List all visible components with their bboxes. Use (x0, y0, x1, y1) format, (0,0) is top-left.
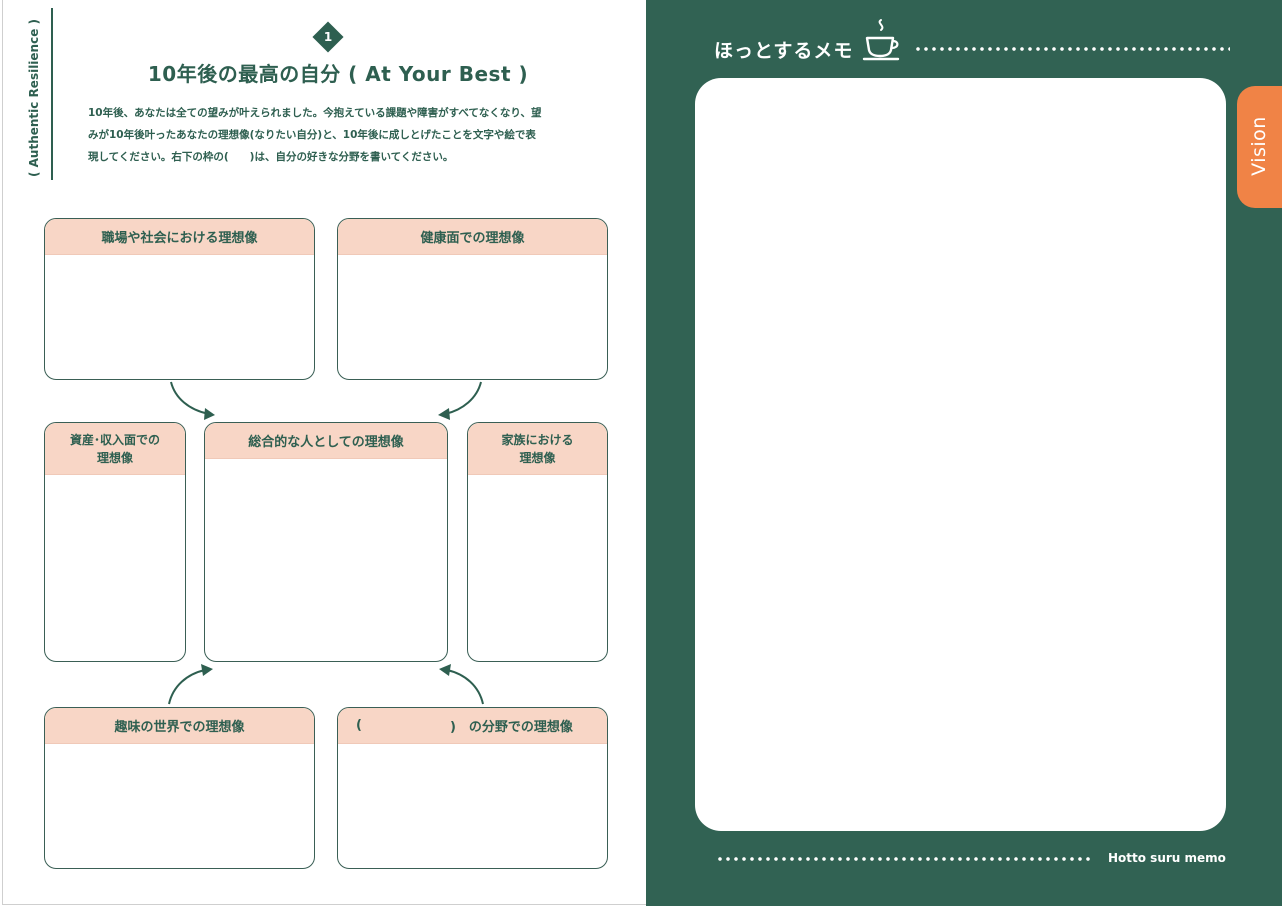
vision-tab[interactable]: Vision (1237, 86, 1282, 208)
side-label: ( Authentic Resilience ) (17, 8, 53, 180)
assets-ideal-header: 資産･収入面での 理想像 (45, 423, 185, 475)
work-ideal-box[interactable]: 職場や社会における理想像 (44, 218, 315, 380)
assets-header-line1: 資産･収入面での (69, 432, 160, 447)
assets-header-line2: 理想像 (96, 450, 133, 465)
section-number-badge: 1 (312, 21, 344, 53)
vision-tab-label: Vision (1248, 116, 1270, 176)
intro-line: みが10年後叶ったあなたの理想像(なりたい自分)と、10年後に成しとげたことを文… (88, 129, 536, 141)
intro-line: 現してください。右下の枠の( )は、自分の好きな分野を書いてください。 (88, 151, 454, 163)
family-header-line1: 家族における (501, 432, 574, 447)
dotted-divider (914, 46, 1230, 52)
intro-line: 10年後、あなたは全ての望みが叶えられました。今抱えている課題や障害がすべてなく… (88, 107, 542, 119)
worksheet-page: ( Authentic Resilience ) 1 10年後の最高の自分 ( … (2, 0, 647, 905)
overall-ideal-header: 総合的な人としての理想像 (205, 423, 447, 459)
work-ideal-header: 職場や社会における理想像 (45, 219, 314, 255)
dotted-divider (716, 856, 1092, 862)
custom-field-ideal-box[interactable]: ( ) の分野での理想像 (337, 707, 608, 869)
memo-title: ほっとするメモ (714, 40, 854, 62)
page-title: 10年後の最高の自分 ( At Your Best ) (147, 62, 529, 86)
custom-field-header: ( ) の分野での理想像 (338, 708, 607, 744)
curved-arrow-icon (438, 381, 482, 420)
hobby-ideal-box[interactable]: 趣味の世界での理想像 (44, 707, 315, 869)
side-label-text: ( Authentic Resilience ) (27, 18, 41, 178)
family-ideal-box[interactable]: 家族における 理想像 (467, 422, 608, 662)
assets-ideal-box[interactable]: 資産･収入面での 理想像 (44, 422, 186, 662)
section-number: 1 (323, 30, 333, 44)
health-ideal-box[interactable]: 健康面での理想像 (337, 218, 608, 380)
overall-ideal-box[interactable]: 総合的な人としての理想像 (204, 422, 448, 662)
memo-writing-area[interactable] (695, 78, 1226, 831)
custom-field-label: ) の分野での理想像 (449, 720, 573, 735)
memo-footer-label: Hotto suru memo (1108, 851, 1226, 865)
curved-arrow-icon (439, 664, 484, 705)
curved-arrow-icon (168, 664, 213, 705)
intro-text: 10年後、あなたは全ての望みが叶えられました。今抱えている課題や障害がすべてなく… (88, 102, 586, 168)
curved-arrow-icon (170, 381, 215, 420)
family-header-line2: 理想像 (519, 450, 556, 465)
coffee-cup-icon (862, 19, 900, 61)
family-ideal-header: 家族における 理想像 (468, 423, 607, 475)
custom-field-open-paren: ( (356, 718, 362, 733)
hobby-ideal-header: 趣味の世界での理想像 (45, 708, 314, 744)
health-ideal-header: 健康面での理想像 (338, 219, 607, 255)
